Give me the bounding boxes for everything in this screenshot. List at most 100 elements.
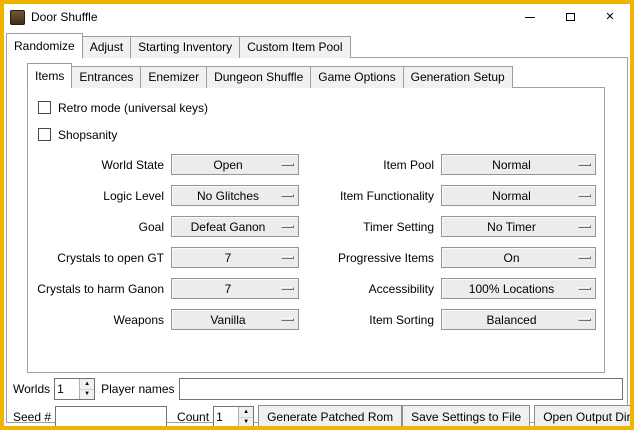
worlds-label: Worlds: [11, 382, 54, 396]
close-icon: ✕: [605, 12, 614, 23]
optionmenu-indicator-icon: [281, 318, 294, 321]
item-pool-value: Normal: [492, 158, 545, 172]
goal-label: Goal: [36, 220, 164, 234]
count-label: Count: [175, 410, 213, 424]
spin-down-button[interactable]: ▼: [239, 418, 253, 428]
tab-items[interactable]: Items: [27, 63, 72, 88]
crystals-ganon-label: Crystals to harm Ganon: [36, 282, 164, 296]
weapons-label: Weapons: [36, 313, 164, 327]
settings-tabs: Items Entrances Enemizer Dungeon Shuffle…: [27, 62, 627, 87]
tab-randomize[interactable]: Randomize: [6, 33, 83, 58]
item-sorting-label: Item Sorting: [306, 313, 434, 327]
crystals-ganon-value: 7: [225, 282, 246, 296]
optionmenu-indicator-icon: [578, 163, 591, 166]
item-functionality-value: Normal: [492, 189, 545, 203]
world-state-dropdown[interactable]: Open: [171, 154, 299, 175]
optionmenu-indicator-icon: [281, 194, 294, 197]
item-sorting-dropdown[interactable]: Balanced: [441, 309, 596, 330]
arrow-up-icon: ▲: [243, 409, 249, 415]
count-input[interactable]: [214, 407, 238, 427]
titlebar: Door Shuffle ✕: [4, 4, 630, 30]
app-icon: [10, 10, 25, 25]
accessibility-dropdown[interactable]: 100% Locations: [441, 278, 596, 299]
open-output-directory-button[interactable]: Open Output Directory: [534, 405, 634, 429]
tab-adjust[interactable]: Adjust: [82, 36, 131, 58]
main-tabs: Randomize Adjust Starting Inventory Cust…: [6, 32, 630, 57]
timer-setting-dropdown[interactable]: No Timer: [441, 216, 596, 237]
logic-level-value: No Glitches: [197, 189, 273, 203]
optionmenu-indicator-icon: [578, 318, 591, 321]
optionmenu-indicator-icon: [281, 256, 294, 259]
minimize-button[interactable]: [510, 4, 550, 30]
spin-up-button[interactable]: ▲: [239, 407, 253, 418]
shopsanity-label: Shopsanity: [58, 128, 117, 142]
tab-entrances[interactable]: Entrances: [71, 66, 141, 88]
optionmenu-indicator-icon: [578, 225, 591, 228]
crystals-ganon-dropdown[interactable]: 7: [171, 278, 299, 299]
count-spinbox: ▲ ▼: [213, 406, 254, 428]
weapons-dropdown[interactable]: Vanilla: [171, 309, 299, 330]
goal-dropdown[interactable]: Defeat Ganon: [171, 216, 299, 237]
seed-row: Seed # Count ▲ ▼ Generate Patched Rom Sa…: [11, 405, 623, 429]
arrow-up-icon: ▲: [84, 381, 90, 387]
worlds-row: Worlds ▲ ▼ Player names: [11, 377, 623, 401]
weapons-value: Vanilla: [210, 313, 259, 327]
goal-value: Defeat Ganon: [191, 220, 280, 234]
arrow-down-icon: ▼: [84, 391, 90, 397]
tab-starting-inventory[interactable]: Starting Inventory: [130, 36, 240, 58]
world-state-label: World State: [36, 158, 164, 172]
optionmenu-indicator-icon: [281, 225, 294, 228]
bottom-controls: Worlds ▲ ▼ Player names Seed # Count: [11, 373, 623, 429]
worlds-input[interactable]: [55, 379, 79, 399]
accessibility-value: 100% Locations: [469, 282, 568, 296]
item-functionality-label: Item Functionality: [306, 189, 434, 203]
tab-custom-item-pool[interactable]: Custom Item Pool: [239, 36, 350, 58]
optionmenu-indicator-icon: [578, 287, 591, 290]
save-settings-button[interactable]: Save Settings to File: [402, 405, 530, 429]
retro-mode-label: Retro mode (universal keys): [58, 101, 208, 115]
accessibility-label: Accessibility: [306, 282, 434, 296]
optionmenu-indicator-icon: [578, 256, 591, 259]
crystals-gt-value: 7: [225, 251, 246, 265]
worlds-spin-arrows: ▲ ▼: [79, 379, 94, 399]
close-button[interactable]: ✕: [590, 4, 630, 30]
world-state-value: Open: [213, 158, 256, 172]
crystals-gt-dropdown[interactable]: 7: [171, 247, 299, 268]
items-tab-panel: Retro mode (universal keys) Shopsanity W…: [27, 87, 605, 373]
optionmenu-indicator-icon: [281, 163, 294, 166]
item-pool-dropdown[interactable]: Normal: [441, 154, 596, 175]
options-grid: World State Open Item Pool Normal Logic …: [36, 154, 596, 330]
maximize-button[interactable]: [550, 4, 590, 30]
retro-mode-row: Retro mode (universal keys): [38, 100, 596, 115]
shopsanity-checkbox[interactable]: [38, 128, 51, 141]
progressive-items-dropdown[interactable]: On: [441, 247, 596, 268]
tab-dungeon-shuffle[interactable]: Dungeon Shuffle: [206, 66, 311, 88]
tab-enemizer[interactable]: Enemizer: [140, 66, 207, 88]
tab-generation-setup[interactable]: Generation Setup: [403, 66, 513, 88]
arrow-down-icon: ▼: [243, 419, 249, 425]
timer-setting-value: No Timer: [487, 220, 550, 234]
optionmenu-indicator-icon: [281, 287, 294, 290]
window-title: Door Shuffle: [31, 10, 98, 24]
player-names-label: Player names: [99, 382, 178, 396]
shopsanity-row: Shopsanity: [38, 127, 596, 142]
item-functionality-dropdown[interactable]: Normal: [441, 185, 596, 206]
app-window: Door Shuffle ✕ Randomize Adjust Starting…: [0, 0, 634, 430]
generate-rom-button[interactable]: Generate Patched Rom: [258, 405, 402, 429]
maximize-icon: [566, 13, 575, 21]
player-names-input[interactable]: [179, 378, 624, 400]
worlds-spinbox: ▲ ▼: [54, 378, 95, 400]
count-spin-arrows: ▲ ▼: [238, 407, 253, 427]
minimize-icon: [525, 17, 535, 18]
item-sorting-value: Balanced: [486, 313, 550, 327]
seed-input[interactable]: [55, 406, 167, 428]
tab-game-options[interactable]: Game Options: [310, 66, 403, 88]
progressive-items-value: On: [503, 251, 533, 265]
retro-mode-checkbox[interactable]: [38, 101, 51, 114]
logic-level-dropdown[interactable]: No Glitches: [171, 185, 299, 206]
spin-down-button[interactable]: ▼: [80, 390, 94, 400]
optionmenu-indicator-icon: [578, 194, 591, 197]
spin-up-button[interactable]: ▲: [80, 379, 94, 390]
seed-label: Seed #: [11, 410, 55, 424]
progressive-items-label: Progressive Items: [306, 251, 434, 265]
